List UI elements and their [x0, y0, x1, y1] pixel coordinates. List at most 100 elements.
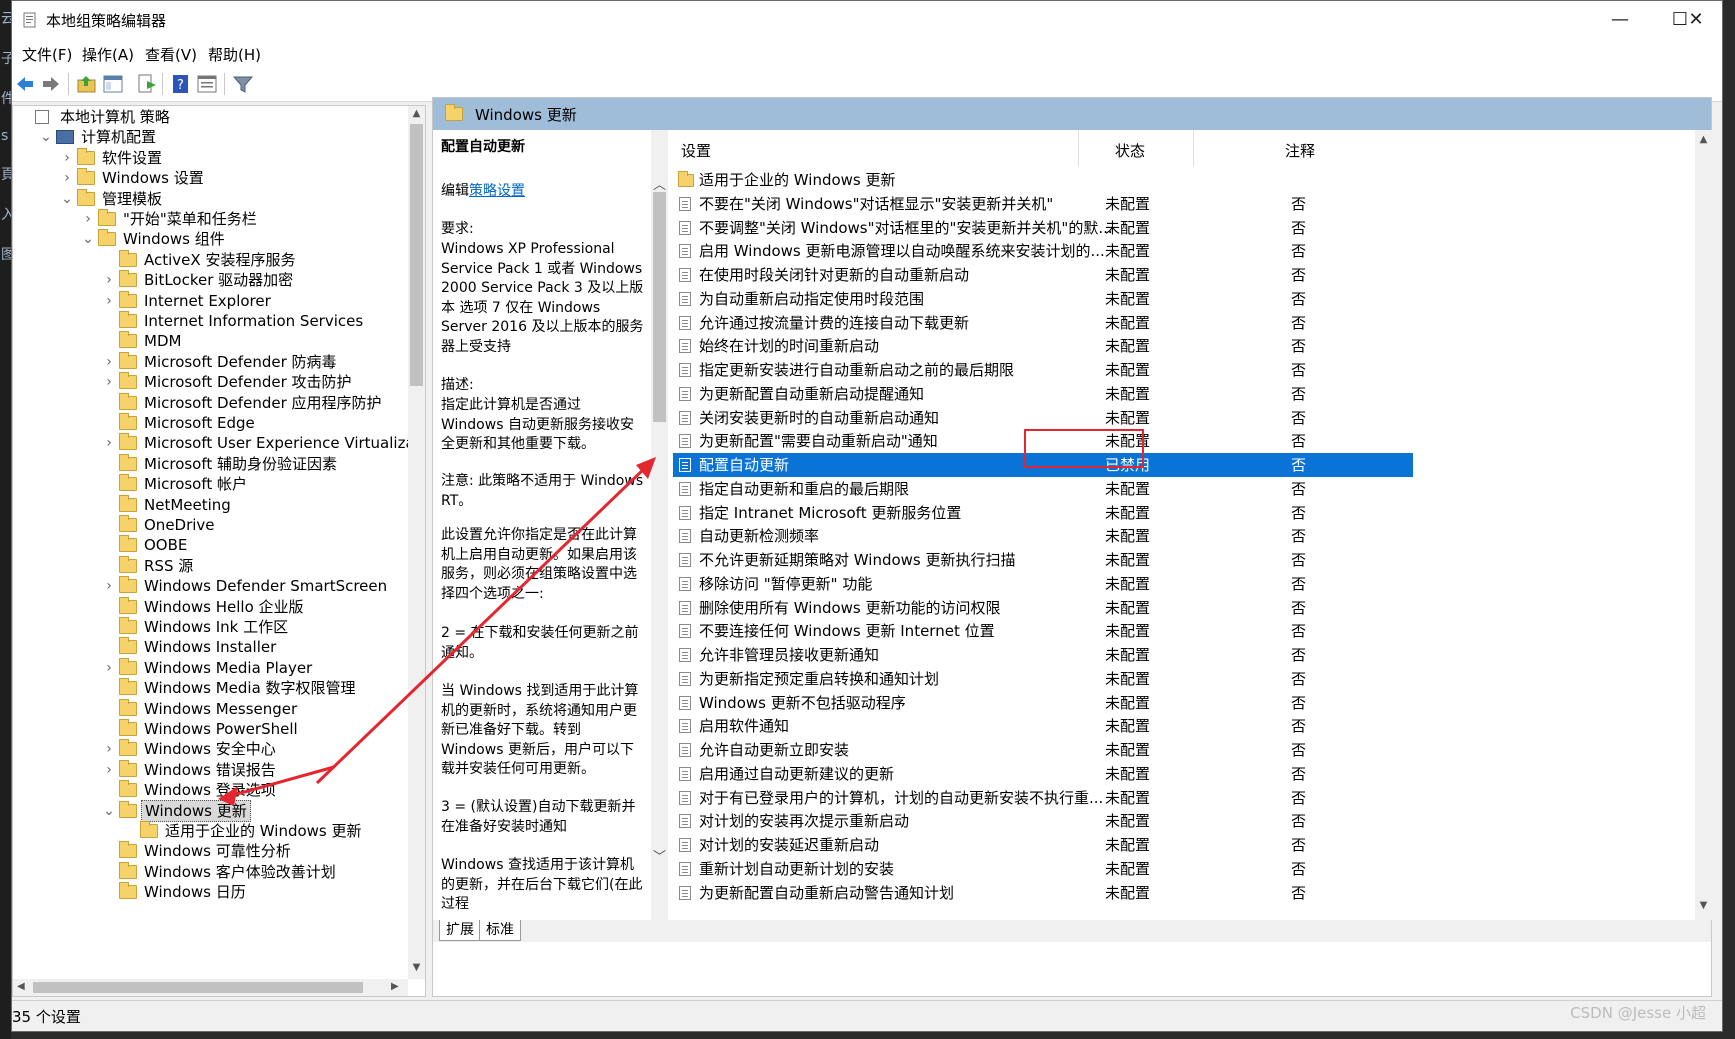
title-bar[interactable]: 本地组策略编辑器 — ☐ ✕ — [12, 1, 1722, 39]
setting-row[interactable]: 对于有已登录用户的计算机，计划的自动更新安装不执行重... 未配置 否 — [673, 786, 1413, 810]
forward-arrow-icon[interactable] — [40, 73, 62, 95]
tree-item[interactable]: Microsoft 辅助身份验证因素 — [13, 453, 408, 475]
tree-item[interactable]: ⌄ 管理模板 — [13, 188, 408, 210]
tree-item[interactable]: Windows PowerShell — [13, 718, 408, 740]
tree-item[interactable]: › BitLocker 驱动器加密 — [13, 269, 408, 291]
filter-icon[interactable] — [232, 73, 254, 95]
collapse-chevron-icon[interactable]: ⌄ — [61, 188, 73, 210]
tree-vertical-scrollbar[interactable]: ▲ ▼ — [408, 106, 425, 979]
column-divider[interactable] — [1193, 130, 1194, 166]
tree-item[interactable]: Windows Media 数字权限管理 — [13, 677, 408, 699]
column-divider[interactable] — [1078, 130, 1079, 166]
tree-item[interactable]: › Microsoft Defender 攻击防护 — [13, 371, 408, 393]
column-header-setting[interactable]: 设置 — [681, 140, 711, 161]
setting-row[interactable]: 为更新配置自动重新启动提醒通知 未配置 否 — [673, 382, 1413, 406]
tree-item[interactable]: Windows Installer — [13, 636, 408, 658]
settings-list-scrollbar[interactable]: ▲ ▼ — [1695, 130, 1712, 920]
tree-item[interactable]: Windows 可靠性分析 — [13, 840, 408, 862]
setting-row[interactable]: 删除使用所有 Windows 更新功能的访问权限 未配置 否 — [673, 596, 1413, 620]
expand-chevron-icon[interactable]: › — [103, 575, 115, 597]
tree-item[interactable]: › Windows Defender SmartScreen — [13, 575, 408, 597]
tree-item[interactable]: › Windows 错误报告 — [13, 759, 408, 781]
tab-extended[interactable]: 扩展 — [439, 920, 481, 941]
description-scrollbar[interactable]: ︿ ﹀ — [651, 130, 668, 920]
expand-chevron-icon[interactable]: › — [82, 208, 94, 230]
setting-row[interactable]: 为更新配置自动重新启动警告通知计划 未配置 否 — [673, 881, 1413, 905]
tree-item[interactable]: 本地计算机 策略 — [13, 106, 408, 128]
scroll-up-chevron-icon[interactable]: ︿ — [651, 174, 668, 193]
menu-help[interactable]: 帮助(H) — [208, 44, 261, 65]
expand-chevron-icon[interactable]: › — [103, 269, 115, 291]
show-hide-tree-icon[interactable] — [102, 73, 124, 95]
tree-item[interactable]: › 软件设置 — [13, 147, 408, 169]
setting-row[interactable]: 允许非管理员接收更新通知 未配置 否 — [673, 643, 1413, 667]
setting-row[interactable]: 指定自动更新和重启的最后期限 未配置 否 — [673, 477, 1413, 501]
menu-action[interactable]: 操作(A) — [82, 44, 134, 65]
setting-row[interactable]: 对计划的安装延迟重新启动 未配置 否 — [673, 833, 1413, 857]
tree-item[interactable]: 适用于企业的 Windows 更新 — [13, 820, 408, 842]
tree-item[interactable]: NetMeeting — [13, 494, 408, 516]
setting-row[interactable]: 不允许更新延期策略对 Windows 更新执行扫描 未配置 否 — [673, 548, 1413, 572]
expand-chevron-icon[interactable]: › — [103, 759, 115, 781]
tree-item[interactable]: ⌄ Windows 更新 — [13, 799, 408, 822]
tree-horizontal-scrollbar[interactable]: ◀ ▶ — [13, 979, 408, 996]
expand-chevron-icon[interactable]: › — [103, 657, 115, 679]
expand-chevron-icon[interactable]: › — [61, 167, 73, 189]
column-header-note[interactable]: 注释 — [1285, 140, 1315, 161]
minimize-button[interactable]: — — [1592, 1, 1648, 39]
setting-row[interactable]: 移除访问 "暂停更新" 功能 未配置 否 — [673, 572, 1413, 596]
setting-row[interactable]: 为更新指定预定重启转换和通知计划 未配置 否 — [673, 667, 1413, 691]
tree-item[interactable]: › Windows Media Player — [13, 657, 408, 679]
expand-chevron-icon[interactable]: › — [103, 371, 115, 393]
tree-item[interactable]: › Windows 安全中心 — [13, 738, 408, 760]
setting-row[interactable]: 启用软件通知 未配置 否 — [673, 714, 1413, 738]
tree-item[interactable]: ActiveX 安装程序服务 — [13, 249, 408, 271]
tree-item[interactable]: Windows 客户体验改善计划 — [13, 861, 408, 883]
column-header-state[interactable]: 状态 — [1115, 140, 1145, 161]
expand-chevron-icon[interactable]: › — [103, 290, 115, 312]
setting-row[interactable]: 允许自动更新立即安装 未配置 否 — [673, 738, 1413, 762]
tree-item[interactable]: Windows Ink 工作区 — [13, 616, 408, 638]
tree-item[interactable]: OOBE — [13, 534, 408, 556]
tree-scroll-thumb[interactable] — [410, 124, 423, 386]
tree-item[interactable]: OneDrive — [13, 514, 408, 536]
tree-item[interactable]: MDM — [13, 330, 408, 352]
collapse-chevron-icon[interactable]: ⌄ — [82, 228, 94, 250]
tree-item[interactable]: › Microsoft User Experience Virtualizatio… — [13, 432, 425, 454]
menu-view[interactable]: 查看(V) — [145, 44, 197, 65]
setting-row[interactable]: 始终在计划的时间重新启动 未配置 否 — [673, 334, 1413, 358]
tree-item[interactable]: › "开始"菜单和任务栏 — [13, 208, 408, 230]
tree-item[interactable]: Windows Hello 企业版 — [13, 596, 408, 618]
tree-item[interactable]: ⌄ Windows 组件 — [13, 228, 408, 250]
close-button[interactable]: ✕ — [1668, 1, 1724, 39]
setting-row[interactable]: 适用于企业的 Windows 更新 — [673, 168, 1413, 192]
setting-row[interactable]: 指定 Intranet Microsoft 更新服务位置 未配置 否 — [673, 501, 1413, 525]
tree-item[interactable]: Windows Messenger — [13, 698, 408, 720]
setting-row[interactable]: 自动更新检测频率 未配置 否 — [673, 524, 1413, 548]
setting-row[interactable]: 重新计划自动更新计划的安装 未配置 否 — [673, 857, 1413, 881]
setting-row[interactable]: 在使用时段关闭针对更新的自动重新启动 未配置 否 — [673, 263, 1413, 287]
expand-chevron-icon[interactable]: › — [103, 351, 115, 373]
collapse-chevron-icon[interactable]: ⌄ — [40, 126, 52, 148]
tree-item[interactable]: Microsoft Defender 应用程序防护 — [13, 392, 408, 414]
setting-row[interactable]: 对计划的安装再次提示重新启动 未配置 否 — [673, 809, 1413, 833]
setting-row[interactable]: 为自动重新启动指定使用时段范围 未配置 否 — [673, 287, 1413, 311]
setting-row[interactable]: Windows 更新不包括驱动程序 未配置 否 — [673, 691, 1413, 715]
policy-settings-link[interactable]: 策略设置 — [469, 183, 525, 199]
setting-row[interactable]: 启用 Windows 更新电源管理以自动唤醒系统来安装计划的... 未配置 否 — [673, 239, 1413, 263]
tree-item[interactable]: › Microsoft Defender 防病毒 — [13, 351, 408, 373]
tab-standard[interactable]: 标准 — [479, 920, 521, 941]
description-scroll-thumb[interactable] — [653, 192, 666, 422]
properties-view-icon[interactable] — [196, 73, 218, 95]
tree-hscroll-thumb[interactable] — [33, 982, 363, 993]
tree-item[interactable]: › Windows 设置 — [13, 167, 408, 189]
setting-row[interactable]: 启用通过自动更新建议的更新 未配置 否 — [673, 762, 1413, 786]
help-icon[interactable]: ? — [170, 73, 192, 95]
tree-item[interactable]: Microsoft Edge — [13, 412, 408, 434]
up-folder-icon[interactable] — [76, 73, 98, 95]
tree-item[interactable]: Windows 日历 — [13, 881, 408, 903]
export-list-icon[interactable] — [136, 73, 158, 95]
tree-item[interactable]: Internet Information Services — [13, 310, 408, 332]
menu-file[interactable]: 文件(F) — [22, 44, 72, 65]
tree-item[interactable]: › Internet Explorer — [13, 290, 408, 312]
